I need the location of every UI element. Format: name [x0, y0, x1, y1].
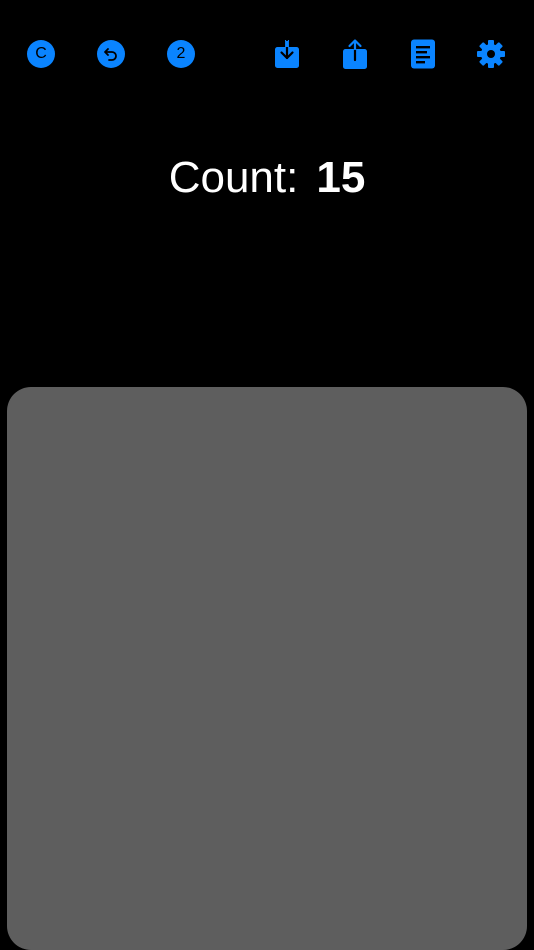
share-icon [343, 39, 367, 69]
log-button[interactable] [407, 38, 439, 70]
clear-icon: C [27, 40, 55, 68]
undo-icon [97, 40, 125, 68]
count-value: 15 [316, 153, 366, 202]
settings-button[interactable] [475, 38, 507, 70]
multiplier-icon: 2 [167, 40, 195, 68]
import-button[interactable] [271, 38, 303, 70]
toolbar: C 2 [0, 0, 534, 110]
import-icon [275, 39, 299, 68]
multiplier-button[interactable]: 2 [165, 38, 197, 70]
multiplier-value: 2 [176, 45, 186, 62]
tap-area[interactable] [7, 387, 527, 950]
gear-icon [477, 40, 505, 68]
share-button[interactable] [339, 38, 371, 70]
count-label: Count: [168, 153, 299, 202]
count-display: Count: 15 [0, 150, 534, 206]
clear-letter: C [35, 45, 47, 62]
clear-button[interactable]: C [25, 38, 57, 70]
undo-button[interactable] [95, 38, 127, 70]
log-icon [411, 39, 435, 69]
